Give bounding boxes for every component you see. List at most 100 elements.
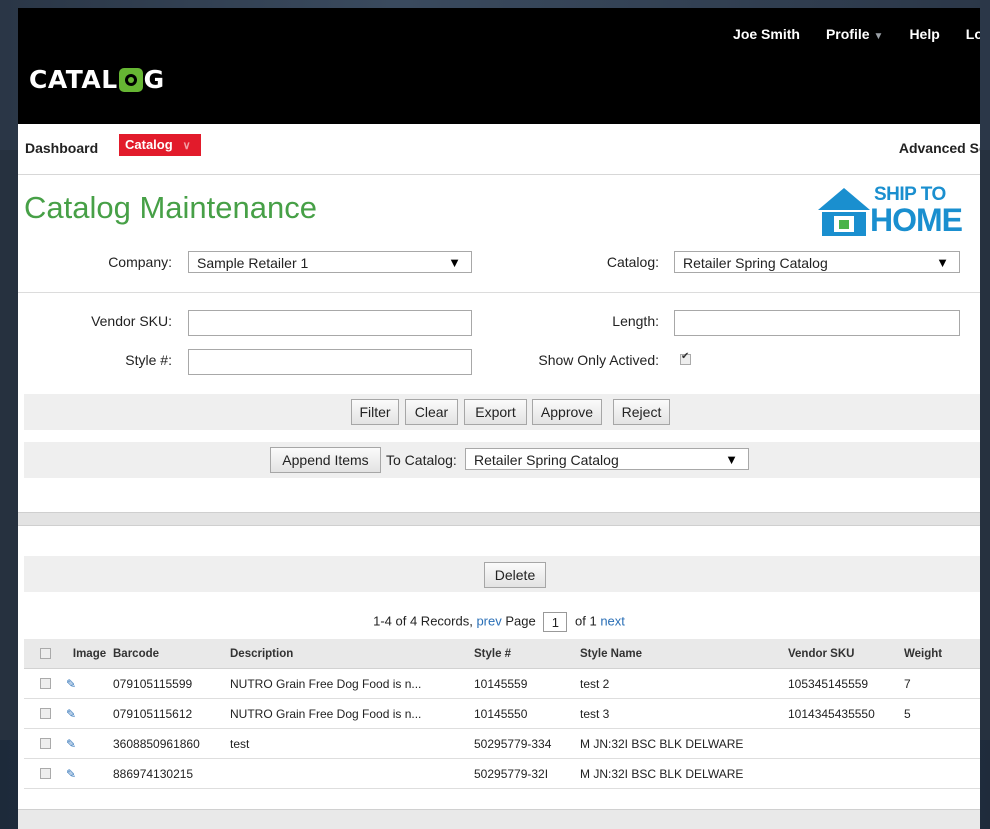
row-checkbox[interactable] [40,708,51,719]
weight-cell [904,758,980,789]
of-pages-label: of 1 [575,613,597,629]
row-checkbox[interactable] [40,678,51,689]
length-label: Length: [612,313,659,329]
advanced-search-link[interactable]: Advanced Sear [899,140,980,156]
to-catalog-label: To Catalog: [386,452,457,468]
table-row: ✎ 3608850961860 test 50295779-334 M JN:3… [24,728,980,759]
style-name-cell: test 3 [580,698,788,729]
pencil-icon[interactable]: ✎ [66,767,76,781]
chevron-down-icon: ∨ [182,140,191,152]
column-header[interactable]: Description [230,639,474,669]
items-table: Image Barcode Description Style # Style … [24,639,980,789]
vendor-sku-cell: 1014345435550 [788,698,904,729]
to-catalog-select[interactable]: Retailer Spring Catalog ▼ [465,448,749,470]
app-window: Joe Smith Profile▼ Help Logo CATALG Dash… [18,8,980,829]
dropdown-arrow-icon: ▼ [448,255,461,270]
description-cell: NUTRO Grain Free Dog Food is n... [230,668,474,699]
pencil-icon[interactable]: ✎ [66,707,76,721]
delete-button[interactable]: Delete [484,562,546,588]
pencil-icon[interactable]: ✎ [66,677,76,691]
nav-dashboard[interactable]: Dashboard [25,140,98,156]
barcode-cell: 3608850961860 [113,728,230,759]
profile-label: Profile [825,26,870,42]
clear-button[interactable]: Clear [405,399,458,425]
caret-down-icon: ▼ [873,31,884,42]
table-header-row: Image Barcode Description Style # Style … [24,639,980,669]
barcode-cell: 886974130215 [113,758,230,789]
reject-button[interactable]: Reject [613,399,670,425]
table-footer [18,809,980,829]
filter-button[interactable]: Filter [351,399,399,425]
row-edit-cell: ✎ [66,728,113,759]
ship-to-home-logo: SHIP TO HOME [816,184,966,238]
column-header[interactable]: Vendor SKU [788,639,904,669]
top-header: Joe Smith Profile▼ Help Logo CATAL G [18,8,980,124]
catalog-select[interactable]: Retailer Spring Catalog ▼ [674,251,960,273]
append-items-button[interactable]: Append Items [270,447,381,473]
nav-catalog-label: Catalog [125,137,173,152]
description-cell: test [230,728,474,759]
pencil-icon[interactable]: ✎ [66,737,76,751]
column-header: Image [66,639,113,669]
user-name-link[interactable]: Joe Smith [733,26,800,42]
table-row: ✎ 079105115612 NUTRO Grain Free Dog Food… [24,698,980,729]
nav-catalog[interactable]: Catalog ∨ [119,134,201,156]
row-select-cell [24,698,66,729]
home-text: HOME [870,202,963,238]
main-nav: Dashboard Catalog ∨ Advanced Sear [18,124,980,175]
row-select-cell [24,668,66,699]
show-only-actived-label: Show Only Actived: [538,352,659,368]
table-row: ✎ 886974130215 50295779-32I M JN:32I BSC… [24,758,980,789]
barcode-cell: 079105115612 [113,698,230,729]
profile-menu[interactable]: Profile ▼ [826,26,883,42]
description-cell: NUTRO Grain Free Dog Food is n... [230,698,474,729]
row-edit-cell: ✎ [66,668,113,699]
column-header[interactable]: Style # [474,639,580,669]
table-row: ✎ 079105115599 NUTRO Grain Free Dog Food… [24,668,980,699]
style-name-cell: M JN:32I BSC BLK DELWARE [580,728,788,759]
weight-cell: 7 [904,668,980,699]
weight-cell [904,728,980,759]
page-number-input[interactable]: 1 [543,612,568,632]
help-link[interactable]: Help [909,26,939,42]
company-select[interactable]: Sample Retailer 1 ▼ [188,251,472,273]
catalog-label: Catalog: [606,254,659,270]
dropdown-arrow-icon: ▼ [725,452,738,467]
row-select-cell [24,728,66,759]
top-nav: Joe Smith Profile▼ Help Logo [733,26,980,42]
row-checkbox[interactable] [40,738,51,749]
logout-link[interactable]: Logo [966,26,980,42]
column-header[interactable]: Style Name [580,639,788,669]
company-label: Company: [108,254,172,270]
style-cell: 10145550 [474,698,580,729]
logo-text-right: G [143,65,165,94]
row-edit-cell: ✎ [66,698,113,729]
prev-link[interactable]: prev [476,613,501,628]
select-all-checkbox[interactable] [40,648,51,659]
next-link[interactable]: next [600,613,625,628]
export-button[interactable]: Export [464,399,527,425]
show-only-actived-checkbox[interactable] [680,351,691,365]
company-select-value: Sample Retailer 1 [197,255,309,271]
to-catalog-value: Retailer Spring Catalog [474,452,619,468]
vendor-sku-input[interactable] [188,310,472,336]
style-cell: 50295779-334 [474,728,580,759]
approve-button[interactable]: Approve [532,399,602,425]
catalog-select-value: Retailer Spring Catalog [683,255,828,271]
column-header[interactable]: Weight [904,639,980,669]
style-input[interactable] [188,349,472,375]
length-input[interactable] [674,310,960,336]
weight-cell: 5 [904,698,980,729]
catalog-logo[interactable]: CATAL G [29,65,165,94]
barcode-cell: 079105115599 [113,668,230,699]
row-checkbox[interactable] [40,768,51,779]
logo-text-left: CATAL [29,65,118,94]
column-header[interactable]: Barcode [113,639,230,669]
pager: 1-4 of 4 Records, prev Page 1 of 1 next [18,612,980,632]
divider [18,292,980,293]
house-icon [818,188,870,236]
records-count: 1-4 of 4 Records, [373,613,473,629]
page-label: Page [505,613,536,629]
vendor-sku-cell [788,758,904,789]
camera-logo-icon [118,67,143,92]
